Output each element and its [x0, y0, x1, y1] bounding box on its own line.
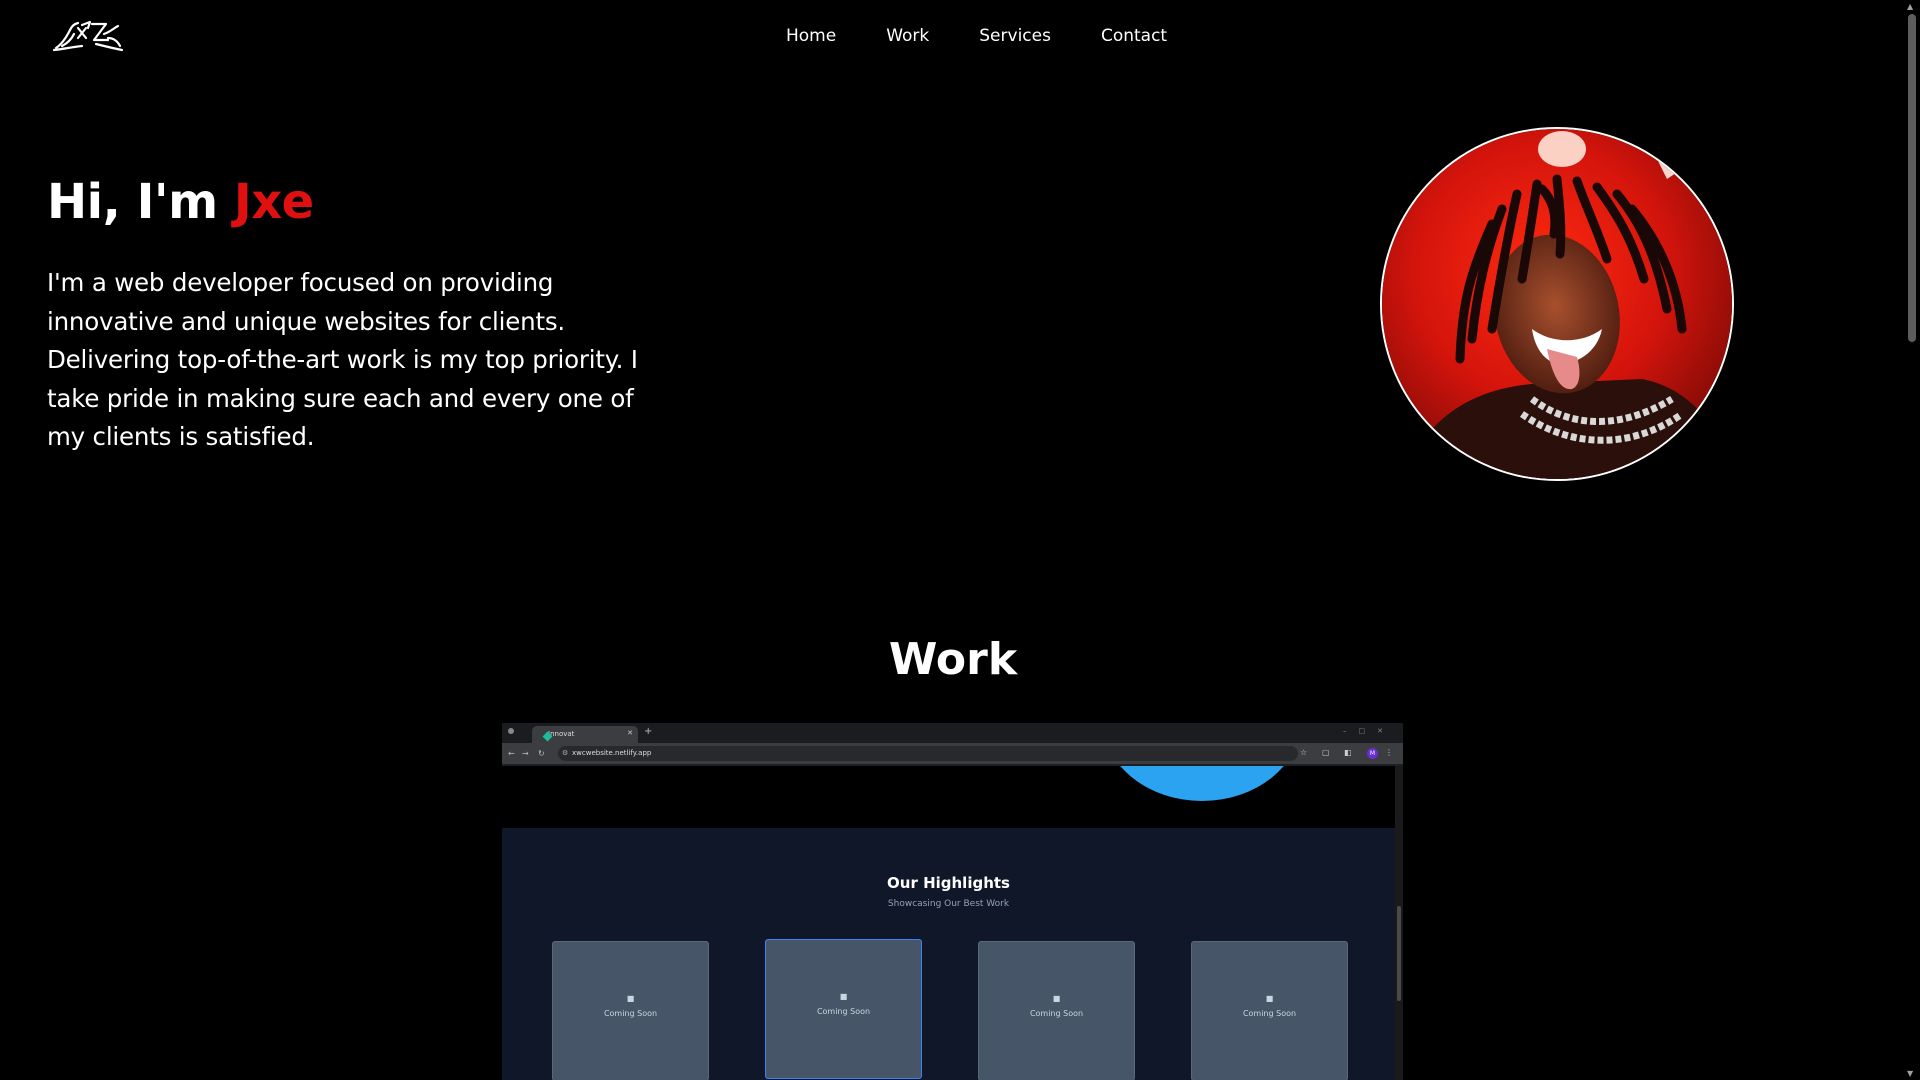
browser-tabbar: Innovat ✕ + –□✕: [502, 723, 1403, 743]
nav-contact[interactable]: Contact: [1101, 26, 1167, 46]
camera-icon: ■: [839, 992, 848, 1001]
scroll-up-icon[interactable]: ▲: [1907, 2, 1913, 11]
forward-icon: →: [522, 749, 529, 758]
highlight-card: ■ Coming Soon: [978, 941, 1135, 1080]
camera-icon: ■: [1265, 994, 1274, 1003]
highlights-section: Our Highlights Showcasing Our Best Work …: [502, 828, 1395, 1080]
reload-icon: ↻: [538, 749, 545, 758]
card-label: Coming Soon: [1029, 1009, 1084, 1018]
camera-icon: ■: [626, 994, 635, 1003]
new-tab-icon: +: [644, 726, 653, 737]
main-nav: Home Work Services Contact: [786, 26, 1167, 46]
bookmark-star-icon: ☆: [1300, 748, 1308, 757]
split-view-icon: ◧: [1344, 748, 1352, 757]
extension-icon: ▢: [1322, 748, 1330, 757]
decorative-blue-circle: [1102, 766, 1302, 801]
avatar-portrait: [1382, 129, 1732, 479]
browser-menu-icon: [508, 728, 514, 734]
nav-services[interactable]: Services: [979, 26, 1051, 46]
hero-name: Jxe: [233, 174, 314, 230]
profile-avatar: M: [1367, 748, 1378, 759]
logo[interactable]: [52, 16, 124, 56]
highlights-title: Our Highlights: [887, 874, 1010, 892]
browser-url: xwcwebsite.netlify.app: [572, 749, 652, 757]
inner-scrollbar-thumb: [1397, 906, 1401, 1001]
hero-greeting: Hi, I'm: [47, 174, 234, 230]
inner-scrollbar: [1395, 766, 1403, 1080]
scroll-down-icon[interactable]: ▼: [1907, 1069, 1913, 1078]
avatar: [1380, 127, 1734, 481]
hero-title: Hi, I'm Jxe: [47, 174, 314, 230]
site-header: Home Work Services Contact: [0, 0, 1900, 78]
page-scrollbar-thumb[interactable]: [1908, 14, 1916, 342]
logo-mark-icon: [52, 20, 124, 52]
window-controls: –□✕: [1343, 727, 1395, 735]
highlight-card: ■ Coming Soon: [552, 941, 709, 1080]
browser-tab: Innovat ✕: [532, 726, 638, 743]
tab-close-icon: ✕: [627, 729, 633, 737]
browser-urlbar: ⚙ xwcwebsite.netlify.app: [558, 746, 1298, 761]
card-label: Coming Soon: [816, 1007, 871, 1016]
browser-toolbar: ← → ↻ ⚙ xwcwebsite.netlify.app ☆ ▢ ◧ M ⋮: [502, 743, 1403, 764]
camera-icon: ■: [1052, 994, 1061, 1003]
highlights-subtitle: Showcasing Our Best Work: [887, 899, 1010, 909]
hero-description: I'm a web developer focused on providing…: [47, 268, 638, 451]
card-label: Coming Soon: [1242, 1009, 1297, 1018]
work-preview-screenshot: Innovat ✕ + –□✕ ← → ↻ ⚙ xwcwebsite.netli…: [502, 723, 1403, 1080]
card-label: Coming Soon: [603, 1009, 658, 1018]
highlight-card: ■ Coming Soon: [1191, 941, 1348, 1080]
back-icon: ←: [508, 749, 515, 758]
work-section-title: Work: [888, 634, 1018, 685]
site-info-icon: ⚙: [562, 749, 569, 757]
highlight-card-hovered: ■ Coming Soon: [765, 939, 922, 1079]
page-scrollbar[interactable]: ▲ ▼: [1903, 0, 1920, 1080]
nav-home[interactable]: Home: [786, 26, 836, 46]
browser-viewport: Our Highlights Showcasing Our Best Work …: [502, 766, 1395, 1080]
nav-work[interactable]: Work: [886, 26, 929, 46]
browser-kebab-menu-icon: ⋮: [1385, 748, 1393, 757]
